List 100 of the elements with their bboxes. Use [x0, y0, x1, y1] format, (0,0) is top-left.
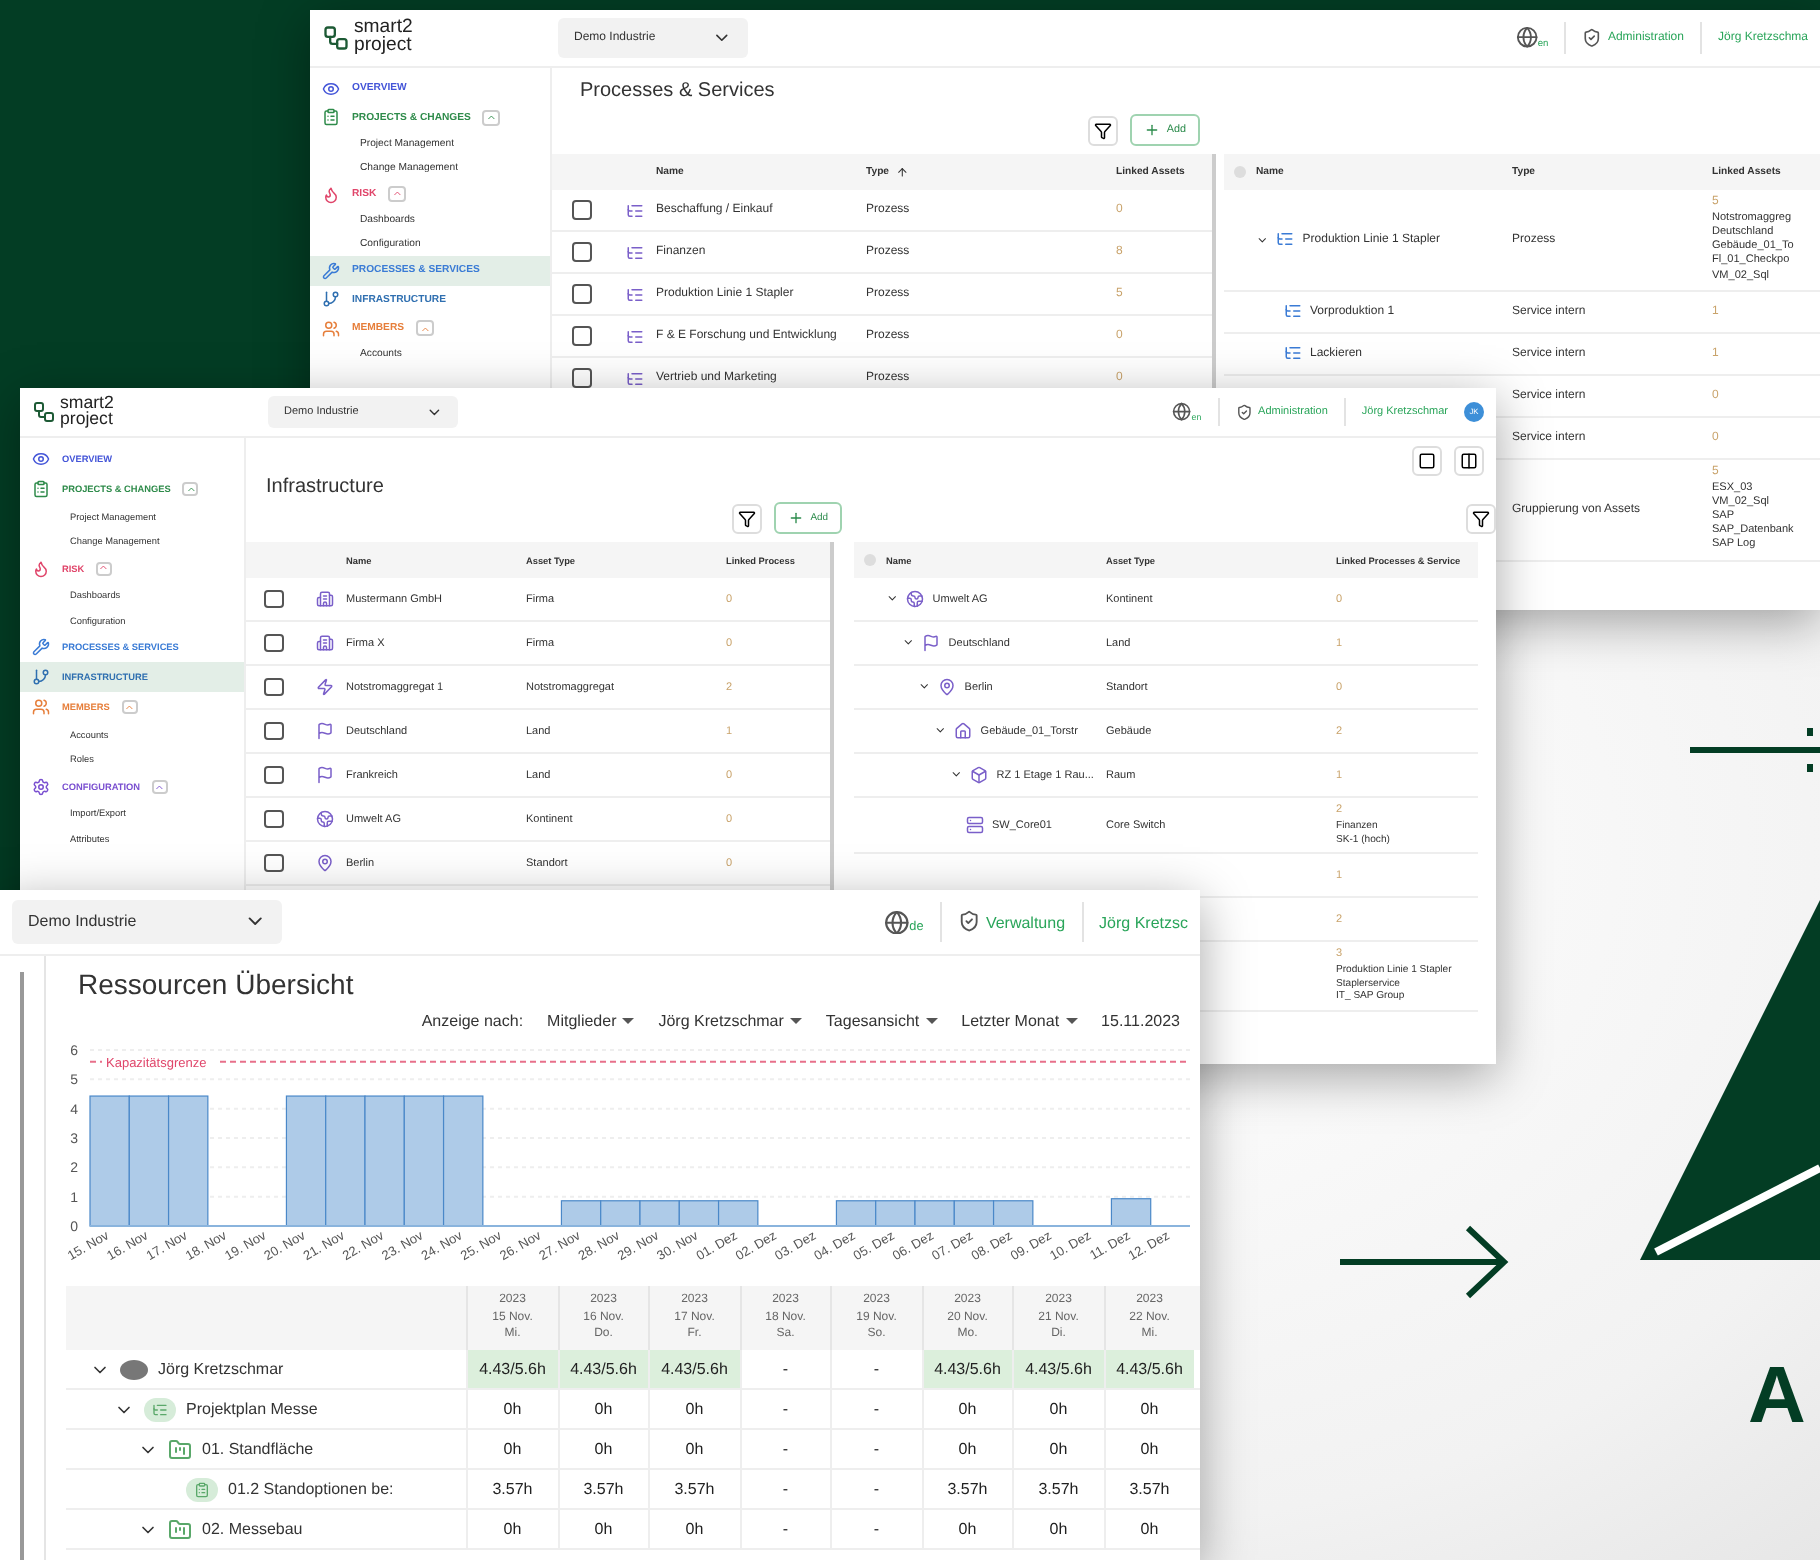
row-checkbox[interactable] [264, 721, 284, 741]
expand-caret-icon[interactable] [950, 768, 963, 782]
filter-label: Anzeige nach: [421, 1012, 524, 1030]
section-icon [322, 261, 340, 280]
row-checkbox[interactable] [264, 809, 284, 829]
chevron-up-icon [486, 112, 497, 123]
caret-icon [925, 1018, 938, 1024]
row-icon [1284, 344, 1302, 363]
collapse-toggle[interactable] [96, 561, 113, 576]
row-checkbox[interactable] [264, 853, 284, 873]
chevron-up-icon [124, 701, 136, 713]
filter-icon [1472, 509, 1490, 527]
filter-button[interactable] [1466, 503, 1496, 533]
hours-cell: 4.43/5.6h [557, 1350, 648, 1388]
row-checkbox[interactable] [572, 242, 592, 262]
row-icon [315, 766, 333, 784]
logo-icon [32, 400, 56, 424]
row-icon [315, 590, 333, 608]
caret-icon [622, 1018, 635, 1024]
filter-dropdown[interactable]: Letzter Monat [961, 1012, 1078, 1030]
single-view-button[interactable] [1412, 446, 1442, 476]
collapse-toggle[interactable] [416, 320, 434, 337]
row-icon [625, 201, 643, 219]
hours-cell: 4.43/5.6h [1012, 1350, 1103, 1388]
row-icon [922, 634, 941, 652]
row-checkbox[interactable] [264, 677, 284, 697]
hours-cell: 4.43/5.6h [1103, 1350, 1194, 1388]
filter-icon [1094, 121, 1113, 139]
collapse-toggle[interactable] [151, 779, 169, 794]
row-icon [625, 285, 643, 303]
row-name: Jörg Kretzschmar [158, 1360, 284, 1378]
plus-icon [1144, 122, 1161, 138]
collapse-toggle[interactable] [182, 481, 199, 497]
row-icon [970, 766, 989, 784]
row-checkbox[interactable] [572, 326, 592, 346]
section-icon [32, 559, 50, 578]
row-icon [906, 590, 925, 608]
row-icon [966, 816, 984, 835]
row-icon [625, 243, 643, 261]
globe-icon[interactable] [1515, 26, 1538, 50]
filter-dropdown[interactable]: Jörg Kretzschmar [658, 1012, 802, 1030]
logo-text: smart2 project [354, 20, 413, 56]
row-icon [954, 722, 973, 740]
chevron-up-icon [98, 562, 110, 574]
expand-caret-icon[interactable] [1256, 233, 1269, 247]
row-icon [315, 678, 333, 696]
columns-icon [1460, 452, 1478, 470]
section-icon [322, 185, 340, 203]
row-name: 01.2 Standoptionen be: [228, 1480, 394, 1498]
row-icon [315, 634, 333, 652]
hours-cell: 4.43/5.6h [921, 1350, 1012, 1388]
row-icon [625, 327, 643, 345]
row-checkbox[interactable] [264, 765, 284, 785]
expand-caret-icon[interactable] [934, 724, 947, 738]
arrow-icon [1336, 1224, 1512, 1300]
expand-caret-icon[interactable] [918, 680, 931, 694]
triangle-logo-icon [1640, 900, 1820, 1260]
section-icon [32, 638, 50, 657]
row-checkbox[interactable] [264, 633, 284, 653]
hours-cell: 4.43/5.6h [466, 1350, 557, 1388]
collapse-toggle[interactable] [121, 700, 138, 715]
shield-icon [1235, 403, 1253, 421]
expand-caret-icon[interactable] [902, 636, 915, 650]
section-icon [322, 290, 340, 309]
expand-caret-icon[interactable] [886, 592, 899, 606]
filter-dropdown[interactable]: Tagesansicht [825, 1012, 938, 1030]
row-name: Projektplan Messe [186, 1400, 318, 1418]
filter-button[interactable] [1088, 115, 1119, 145]
filter-button[interactable] [732, 503, 763, 533]
row-checkbox[interactable] [264, 589, 284, 609]
row-name: 01. Standfläche [202, 1440, 314, 1458]
row-checkbox[interactable] [572, 368, 592, 388]
caret-icon [789, 1018, 802, 1024]
section-icon [32, 777, 50, 796]
workspace-dropdown[interactable]: Demo Industrie [12, 899, 282, 945]
row-checkbox[interactable] [572, 200, 592, 220]
filter-dropdown[interactable]: 15.11.2023 [1101, 1012, 1180, 1030]
folder-icon [168, 1517, 192, 1541]
collapse-toggle[interactable] [482, 109, 501, 126]
page-title: Infrastructure [264, 476, 386, 498]
row-name: 02. Messebau [202, 1520, 303, 1538]
page-title: Processes & Services [578, 78, 777, 102]
row-icon [315, 854, 333, 872]
logo-text: smart2 project [60, 396, 114, 428]
section-icon [322, 108, 340, 127]
globe-icon[interactable] [883, 909, 910, 935]
plus-icon [788, 510, 805, 526]
globe-icon[interactable] [1172, 402, 1192, 422]
split-view-button[interactable] [1454, 446, 1484, 476]
row-checkbox[interactable] [572, 284, 592, 304]
project-icon [144, 1397, 176, 1421]
row-icon [625, 369, 643, 387]
chevron-up-icon [185, 483, 197, 495]
collapse-toggle[interactable] [388, 186, 406, 202]
filter-icon [738, 509, 757, 527]
section-icon [32, 698, 50, 717]
section-icon [32, 668, 50, 687]
hours-cell: 4.43/5.6h [648, 1350, 739, 1388]
square-icon [1418, 452, 1436, 470]
filter-dropdown[interactable]: Mitglieder [547, 1012, 635, 1030]
